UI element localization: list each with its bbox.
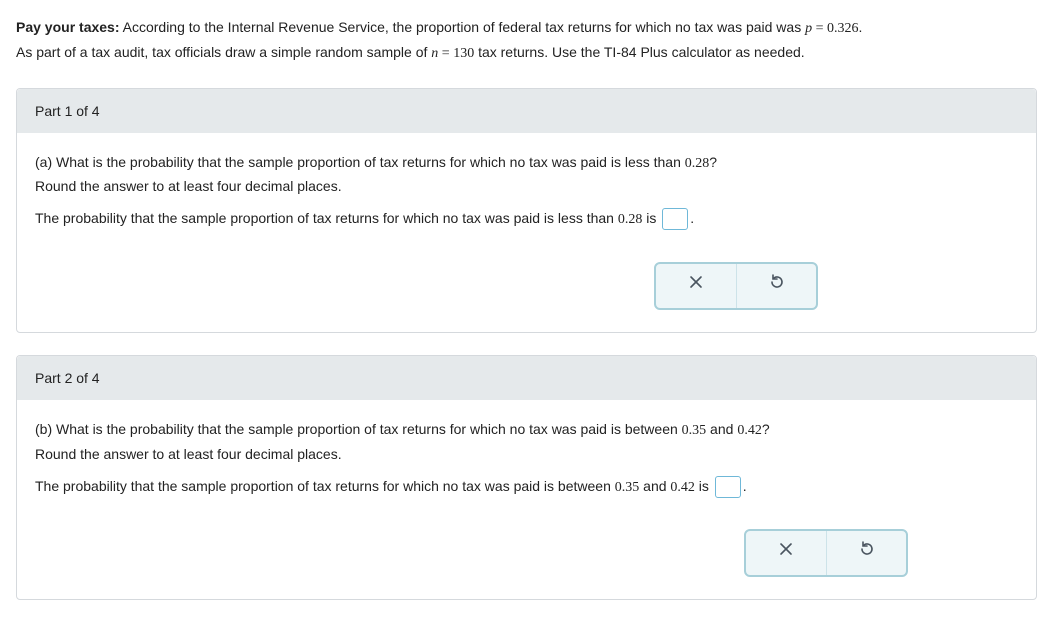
intro-bold: Pay your taxes: — [16, 19, 120, 35]
n-equals: = — [438, 46, 453, 61]
part2-q-v2: 0.42 — [737, 423, 762, 438]
part2-ans-a: The probability that the sample proporti… — [35, 478, 615, 494]
part2-body: (b) What is the probability that the sam… — [17, 400, 1036, 599]
part2-header: Part 2 of 4 — [17, 356, 1036, 400]
part1-ans-b: is — [642, 210, 660, 226]
part2-q-text: (b) What is the probability that the sam… — [35, 421, 682, 437]
part1-body: (a) What is the probability that the sam… — [17, 133, 1036, 332]
part1-ans-end: . — [690, 210, 694, 226]
undo-icon — [859, 541, 875, 565]
part2-answer-input[interactable] — [715, 476, 741, 498]
part1-btn-group — [654, 262, 818, 310]
part1-ans-a: The probability that the sample proporti… — [35, 210, 618, 226]
part2-q-v1: 0.35 — [682, 423, 707, 438]
intro-text-1a: According to the Internal Revenue Servic… — [120, 19, 806, 35]
clear-button[interactable] — [746, 531, 826, 575]
part2-q-mid: and — [706, 421, 737, 437]
part2-question: (b) What is the probability that the sam… — [35, 418, 1018, 443]
x-icon — [688, 274, 704, 298]
part2-btn-group — [744, 529, 908, 577]
p-equals: = — [812, 21, 827, 36]
part2-card: Part 2 of 4 (b) What is the probability … — [16, 355, 1037, 600]
part2-ans-end: . — [743, 478, 747, 494]
reset-button[interactable] — [826, 531, 906, 575]
undo-icon — [769, 274, 785, 298]
clear-button[interactable] — [656, 264, 736, 308]
intro-text-2a: As part of a tax audit, tax officials dr… — [16, 44, 431, 60]
part1-answer-line: The probability that the sample proporti… — [35, 207, 1018, 232]
x-icon — [778, 541, 794, 565]
p-value: 0.326 — [827, 21, 859, 36]
part2-ans-v2: 0.42 — [670, 480, 695, 495]
part1-header: Part 1 of 4 — [17, 89, 1036, 133]
reset-button[interactable] — [736, 264, 816, 308]
part1-answer-input[interactable] — [662, 208, 688, 230]
part2-round-hint: Round the answer to at least four decima… — [35, 443, 1018, 467]
problem-intro: Pay your taxes: According to the Interna… — [16, 16, 1037, 66]
part1-q-end: ? — [709, 154, 717, 170]
part2-q-end: ? — [762, 421, 770, 437]
part2-ans-b: is — [695, 478, 713, 494]
part2-ans-mid: and — [639, 478, 670, 494]
intro-text-2b: tax returns. Use the TI-84 Plus calculat… — [474, 44, 804, 60]
intro-line1-end: . — [859, 19, 863, 35]
part1-q-text: (a) What is the probability that the sam… — [35, 154, 685, 170]
part1-button-row — [35, 262, 1018, 310]
part1-round-hint: Round the answer to at least four decima… — [35, 175, 1018, 199]
part1-question: (a) What is the probability that the sam… — [35, 151, 1018, 176]
part1-q-val: 0.28 — [685, 156, 710, 171]
part2-answer-line: The probability that the sample proporti… — [35, 475, 1018, 500]
part1-ans-val: 0.28 — [618, 212, 643, 227]
part2-button-row — [35, 529, 1018, 577]
part2-ans-v1: 0.35 — [615, 480, 640, 495]
part1-card: Part 1 of 4 (a) What is the probability … — [16, 88, 1037, 333]
n-value: 130 — [453, 46, 474, 61]
